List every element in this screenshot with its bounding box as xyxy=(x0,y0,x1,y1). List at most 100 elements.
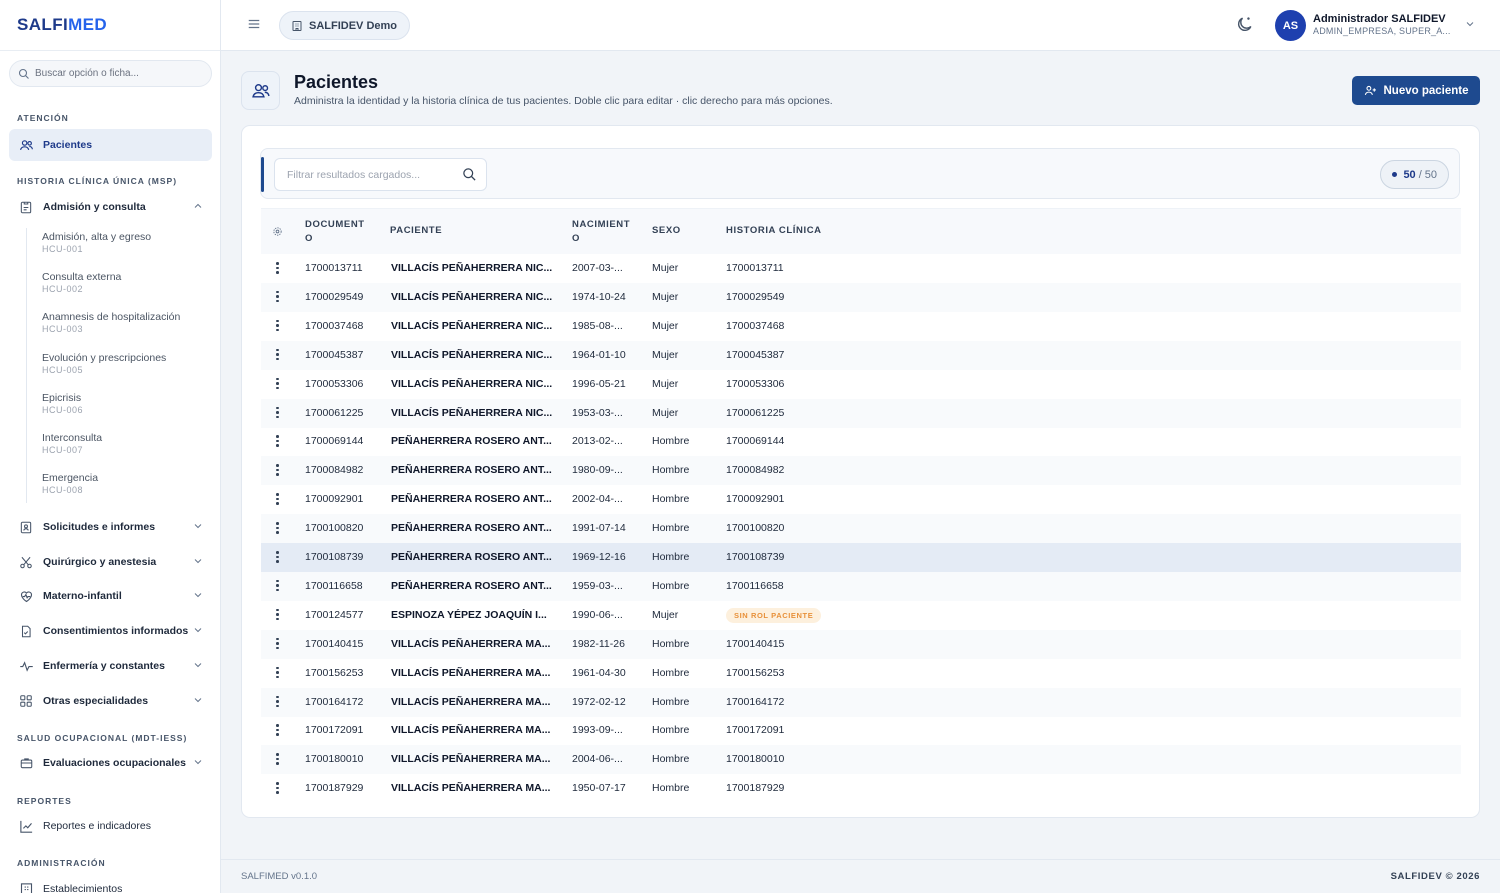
more-options-icon[interactable] xyxy=(276,551,280,565)
subitem-code: HCU-008 xyxy=(42,485,84,496)
table-row[interactable]: 1700029549 VILLACÍS PEÑAHERRERA NIC... 197… xyxy=(261,282,1461,312)
table-row[interactable]: 1700084982 PEÑAHERRERA ROSERO ANT... 1980-… xyxy=(261,456,1461,486)
sidebar-item-quirurgico[interactable]: Quirúrgico y anestesia xyxy=(9,546,212,578)
column-header-nacimiento[interactable]: NACIMIENT O xyxy=(572,218,630,246)
settings-icon[interactable] xyxy=(272,226,283,237)
table-row[interactable]: 1700116658 PEÑAHERRERA ROSERO ANT... 1959-… xyxy=(261,571,1461,601)
count-separator: / xyxy=(1418,168,1422,181)
table-row[interactable]: 1700108739 PEÑAHERRERA ROSERO ANT... 1969-… xyxy=(261,543,1461,572)
sidebar-item-otras[interactable]: Otras especialidades xyxy=(9,685,212,717)
more-options-icon[interactable] xyxy=(276,753,280,767)
table-row[interactable]: 1700013711 VILLACÍS PEÑAHERRERA NIC... 200… xyxy=(261,254,1461,283)
sidebar-item-pacientes[interactable]: Pacientes xyxy=(9,129,212,161)
table-row[interactable]: 1700045387 VILLACÍS PEÑAHERRERA NIC... 196… xyxy=(261,340,1461,370)
sidebar-search-input[interactable]: Buscar opción o ficha... xyxy=(9,60,212,87)
table-header: DOCUMENT O PACIENTE NACIMIENT O SEXO HISTO… xyxy=(261,208,1461,254)
clipboard-icon xyxy=(18,199,34,215)
sidebar-item-consentimientos[interactable]: Consentimientos informados xyxy=(9,615,212,647)
cell-nacimiento: 1961-04-30 xyxy=(572,666,626,679)
chevron-down-icon[interactable] xyxy=(1464,18,1476,30)
sidebar-subitem[interactable]: Anamnesis de hospitalización HCU-003 xyxy=(42,311,212,334)
table-row[interactable]: 1700092901 PEÑAHERRERA ROSERO ANT... 2002-… xyxy=(261,485,1461,514)
cell-nacimiento: 2007-03-... xyxy=(572,262,623,274)
more-options-icon[interactable] xyxy=(276,406,280,421)
cell-nacimiento: 1974-10-24 xyxy=(572,290,626,303)
sidebar-item-establecimientos[interactable]: Establecimientos xyxy=(9,873,212,893)
more-options-icon[interactable] xyxy=(276,724,280,738)
table-row[interactable]: 1700172091 VILLACÍS PEÑAHERRERA MA... 1993… xyxy=(261,716,1461,745)
header-doc-line1: DOCUMENT xyxy=(305,219,365,230)
table-row[interactable]: 1700069144 PEÑAHERRERA ROSERO ANT... 2013-… xyxy=(261,427,1461,456)
sidebar-subitem[interactable]: Epicrisis HCU-006 xyxy=(42,392,212,415)
avatar[interactable]: AS xyxy=(1275,10,1306,41)
column-header-sexo[interactable]: SEXO xyxy=(652,225,681,236)
sidebar-subitem[interactable]: Emergencia HCU-008 xyxy=(42,472,212,495)
chart-line-icon xyxy=(18,818,34,834)
header-doc-line2: O xyxy=(305,233,313,244)
column-header-documento[interactable]: DOCUMENT O xyxy=(305,218,365,246)
more-options-icon[interactable] xyxy=(276,637,280,652)
brand-logo[interactable]: SALFI MED xyxy=(0,0,220,51)
more-options-icon[interactable] xyxy=(276,493,280,507)
new-patient-button[interactable]: Nuevo paciente xyxy=(1352,76,1480,105)
cell-nacimiento: 2002-04-... xyxy=(572,493,623,506)
cell-historia-clinica: 1700061225 xyxy=(726,406,785,419)
more-options-icon[interactable] xyxy=(276,290,280,305)
column-header-historia-clinica[interactable]: HISTORIA CLÍNICA xyxy=(726,225,822,236)
sidebar-subitem[interactable]: Evolución y prescripciones HCU-005 xyxy=(42,352,212,375)
menu-icon[interactable] xyxy=(247,17,261,31)
more-options-icon[interactable] xyxy=(276,579,280,594)
cell-sexo: Hombre xyxy=(652,695,690,708)
header-nac-line2: O xyxy=(572,233,580,244)
table-row[interactable]: 1700187929 VILLACÍS PEÑAHERRERA MA... 1950… xyxy=(261,774,1461,803)
sidebar-subitem[interactable]: Admisión, alta y egreso HCU-001 xyxy=(42,231,212,254)
filter-input[interactable]: Filtrar resultados cargados... xyxy=(274,158,487,191)
more-options-icon[interactable] xyxy=(276,608,280,623)
sidebar-item-label: Reportes e indicadores xyxy=(43,820,151,832)
subitem-code: HCU-002 xyxy=(42,284,84,295)
more-options-icon[interactable] xyxy=(276,666,280,681)
more-options-icon[interactable] xyxy=(276,522,280,536)
sidebar-item-admision[interactable]: Admisión y consulta xyxy=(9,191,212,223)
sidebar-item-label: Evaluaciones ocupacionales xyxy=(43,757,186,769)
user-name[interactable]: Administrador SALFIDEV xyxy=(1313,13,1446,25)
more-options-icon[interactable] xyxy=(276,348,280,363)
column-header-paciente[interactable]: PACIENTE xyxy=(390,225,442,236)
table-row[interactable]: 1700053306 VILLACÍS PEÑAHERRERA NIC... 199… xyxy=(261,370,1461,399)
more-options-icon[interactable] xyxy=(276,377,280,392)
table-row[interactable]: 1700100820 PEÑAHERRERA ROSERO ANT... 1991-… xyxy=(261,514,1461,544)
cell-paciente: VILLACÍS PEÑAHERRERA NIC... xyxy=(391,348,553,361)
cell-paciente: ESPINOZA YÉPEZ JOAQUÍN I... xyxy=(391,608,547,621)
table-row[interactable]: 1700140415 VILLACÍS PEÑAHERRERA MA... 1982… xyxy=(261,629,1461,659)
table-row[interactable]: 1700164172 VILLACÍS PEÑAHERRERA MA... 1972… xyxy=(261,687,1461,717)
section-hcu: HISTORIA CLÍNICA ÚNICA (MSP) xyxy=(17,176,178,186)
cell-paciente: VILLACÍS PEÑAHERRERA MA... xyxy=(391,724,551,737)
moon-icon[interactable] xyxy=(1235,15,1254,34)
cell-sexo: Mujer xyxy=(652,348,679,361)
sidebar-subitem[interactable]: Interconsulta HCU-007 xyxy=(42,432,212,455)
chevron-down-icon xyxy=(194,559,202,564)
cell-documento: 1700172091 xyxy=(305,724,364,737)
more-options-icon[interactable] xyxy=(276,464,280,478)
sidebar-item-enfermeria[interactable]: Enfermería y constantes xyxy=(9,650,212,682)
table-row[interactable]: 1700037468 VILLACÍS PEÑAHERRERA NIC... 198… xyxy=(261,312,1461,341)
more-options-icon[interactable] xyxy=(276,435,280,449)
more-options-icon[interactable] xyxy=(276,695,280,710)
organization-selector[interactable]: SALFIDEV Demo xyxy=(279,11,411,40)
table-row[interactable]: 1700061225 VILLACÍS PEÑAHERRERA NIC... 195… xyxy=(261,398,1461,428)
cell-sexo: Hombre xyxy=(652,579,690,592)
sidebar-item-evaluaciones[interactable]: Evaluaciones ocupacionales xyxy=(9,747,212,779)
report-icon xyxy=(18,519,34,535)
sidebar-subitem[interactable]: Consulta externa HCU-002 xyxy=(42,271,212,294)
search-icon[interactable] xyxy=(462,167,477,182)
more-options-icon[interactable] xyxy=(276,782,280,796)
more-options-icon[interactable] xyxy=(276,319,280,334)
more-options-icon[interactable] xyxy=(276,262,280,276)
table-row[interactable]: 1700124577 ESPINOZA YÉPEZ JOAQUÍN I... 199… xyxy=(261,601,1461,630)
cell-paciente: VILLACÍS PEÑAHERRERA MA... xyxy=(391,666,551,679)
table-row[interactable]: 1700156253 VILLACÍS PEÑAHERRERA MA... 1961… xyxy=(261,659,1461,688)
sidebar-item-solicitudes[interactable]: Solicitudes e informes xyxy=(9,511,212,543)
table-row[interactable]: 1700180010 VILLACÍS PEÑAHERRERA MA... 2004… xyxy=(261,745,1461,775)
sidebar-item-reportes[interactable]: Reportes e indicadores xyxy=(9,810,212,842)
sidebar-item-materno[interactable]: Materno-infantil xyxy=(9,580,212,612)
